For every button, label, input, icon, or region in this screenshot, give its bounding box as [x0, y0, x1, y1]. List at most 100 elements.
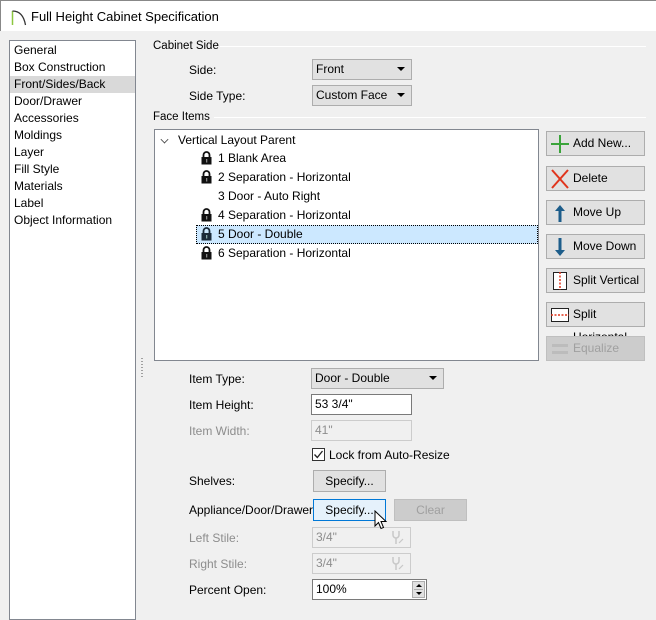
tree-parent-row[interactable]: Vertical Layout Parent — [155, 131, 535, 150]
side-type-dropdown[interactable]: Custom Face — [312, 85, 412, 106]
left-stile-input[interactable]: 3/4" — [312, 527, 411, 548]
category-list[interactable]: General Box Construction Front/Sides/Bac… — [9, 40, 136, 620]
plus-icon — [551, 135, 569, 153]
chevron-down-icon — [397, 93, 405, 97]
move-up-label: Move Up — [573, 205, 622, 219]
add-new-label: Add New... — [573, 136, 632, 150]
nav-item-label[interactable]: Label — [10, 195, 135, 212]
cabinet-side-group-label: Cabinet Side — [153, 40, 219, 52]
nav-item-door-drawer[interactable]: Door/Drawer — [10, 93, 135, 110]
face-items-tree[interactable]: Vertical Layout Parent 1 Blank Area 2 Se… — [154, 129, 539, 361]
nav-item-moldings[interactable]: Moldings — [10, 127, 135, 144]
arrow-down-icon — [555, 238, 565, 256]
left-stile-value: 3/4" — [316, 530, 337, 544]
tree-item-label: 1 Blank Area — [218, 151, 287, 165]
lock-icon — [201, 151, 212, 165]
lock-auto-resize-label[interactable]: Lock from Auto-Resize — [329, 448, 450, 462]
lock-icon — [201, 246, 212, 260]
percent-open-label: Percent Open: — [189, 583, 267, 597]
item-type-label: Item Type: — [189, 372, 245, 386]
percent-open-value: 100% — [316, 582, 347, 596]
equalize-button[interactable]: Equalize — [546, 336, 645, 361]
split-vertical-label: Split Vertical — [573, 273, 640, 287]
split-horizontal-button[interactable]: Split Horizontal — [546, 302, 645, 344]
percent-open-input[interactable]: 100% — [312, 579, 427, 600]
item-height-value: 53 3/4" — [315, 397, 353, 411]
shelves-label: Shelves: — [189, 474, 236, 488]
equalize-icon — [552, 344, 568, 354]
nav-item-accessories[interactable]: Accessories — [10, 110, 135, 127]
percent-open-spinner[interactable] — [412, 581, 425, 598]
title-bar: Full Height Cabinet Specification — [0, 0, 656, 31]
lock-icon — [201, 170, 212, 184]
tree-item-label: 6 Separation - Horizontal — [218, 246, 351, 260]
left-stile-label: Left Stile: — [189, 531, 240, 545]
spin-down-icon[interactable] — [416, 592, 422, 595]
chevron-down-icon — [397, 67, 405, 71]
nav-item-object-information[interactable]: Object Information — [10, 212, 135, 229]
lock-auto-resize-checkbox[interactable] — [312, 448, 325, 461]
side-value: Front — [316, 62, 345, 76]
nav-item-fill-style[interactable]: Fill Style — [10, 161, 135, 178]
move-down-label: Move Down — [573, 239, 637, 253]
item-height-input[interactable]: 53 3/4" — [311, 394, 412, 415]
tree-item[interactable]: 3 Door - Auto Right — [196, 187, 536, 206]
spin-up-icon[interactable] — [416, 584, 422, 587]
checkmark-icon — [314, 450, 324, 459]
wrench-icon — [392, 531, 404, 544]
arrow-up-icon — [555, 205, 565, 222]
tree-item-label: 2 Separation - Horizontal — [218, 170, 351, 184]
tree-parent-label: Vertical Layout Parent — [178, 133, 296, 147]
face-items-group-label: Face Items — [153, 111, 210, 123]
lock-icon — [201, 208, 212, 222]
chevron-down-icon[interactable] — [160, 135, 169, 144]
group-divider — [214, 117, 646, 118]
spin-divider — [414, 589, 423, 590]
split-vertical-icon — [553, 272, 567, 290]
item-type-value: Door - Double — [315, 371, 390, 385]
side-label: Side: — [189, 63, 217, 77]
side-type-label: Side Type: — [189, 89, 246, 103]
right-stile-input[interactable]: 3/4" — [312, 553, 411, 574]
tree-item[interactable]: 1 Blank Area — [196, 149, 536, 168]
right-stile-value: 3/4" — [316, 556, 337, 570]
tree-item-label: 5 Door - Double — [218, 227, 303, 241]
lock-icon — [201, 227, 212, 241]
add-new-button[interactable]: Add New... — [546, 131, 645, 156]
appliance-door-drawer-label: Appliance/Door/Drawer: — [189, 503, 317, 517]
x-icon — [551, 169, 569, 189]
nav-item-materials[interactable]: Materials — [10, 178, 135, 195]
side-dropdown[interactable]: Front — [312, 59, 412, 80]
nav-item-general[interactable]: General — [10, 42, 135, 59]
shelves-specify-button[interactable]: Specify... — [313, 470, 386, 492]
tree-item[interactable]: 6 Separation - Horizontal — [196, 244, 536, 263]
mouse-pointer-icon — [374, 510, 388, 530]
tree-item-label: 4 Separation - Horizontal — [218, 208, 351, 222]
splitter-grip[interactable] — [141, 358, 143, 378]
move-up-button[interactable]: Move Up — [546, 200, 645, 225]
move-down-button[interactable]: Move Down — [546, 234, 645, 259]
split-horizontal-icon — [551, 308, 569, 322]
clear-button[interactable]: Clear — [394, 499, 467, 521]
delete-button[interactable]: Delete — [546, 166, 645, 191]
nav-item-layer[interactable]: Layer — [10, 144, 135, 161]
window-title: Full Height Cabinet Specification — [31, 9, 219, 24]
nav-item-box-construction[interactable]: Box Construction — [10, 59, 135, 76]
item-width-value: 41" — [315, 423, 333, 437]
tree-item[interactable]: 2 Separation - Horizontal — [196, 168, 536, 187]
item-type-dropdown[interactable]: Door - Double — [311, 368, 444, 389]
split-vertical-button[interactable]: Split Vertical — [546, 268, 645, 293]
tree-item-selected[interactable]: 5 Door - Double — [196, 225, 538, 244]
chevron-down-icon — [429, 376, 437, 380]
tree-item-label: 3 Door - Auto Right — [218, 189, 321, 203]
cabinet-arc-icon — [11, 10, 27, 26]
equalize-label: Equalize — [573, 341, 620, 355]
side-type-value: Custom Face — [316, 88, 388, 102]
delete-label: Delete — [573, 171, 608, 185]
right-stile-label: Right Stile: — [189, 557, 248, 571]
nav-item-front-sides-back[interactable]: Front/Sides/Back — [10, 76, 135, 93]
item-height-label: Item Height: — [189, 398, 254, 412]
item-width-input[interactable]: 41" — [311, 420, 412, 441]
item-width-label: Item Width: — [189, 424, 250, 438]
tree-item[interactable]: 4 Separation - Horizontal — [196, 206, 536, 225]
